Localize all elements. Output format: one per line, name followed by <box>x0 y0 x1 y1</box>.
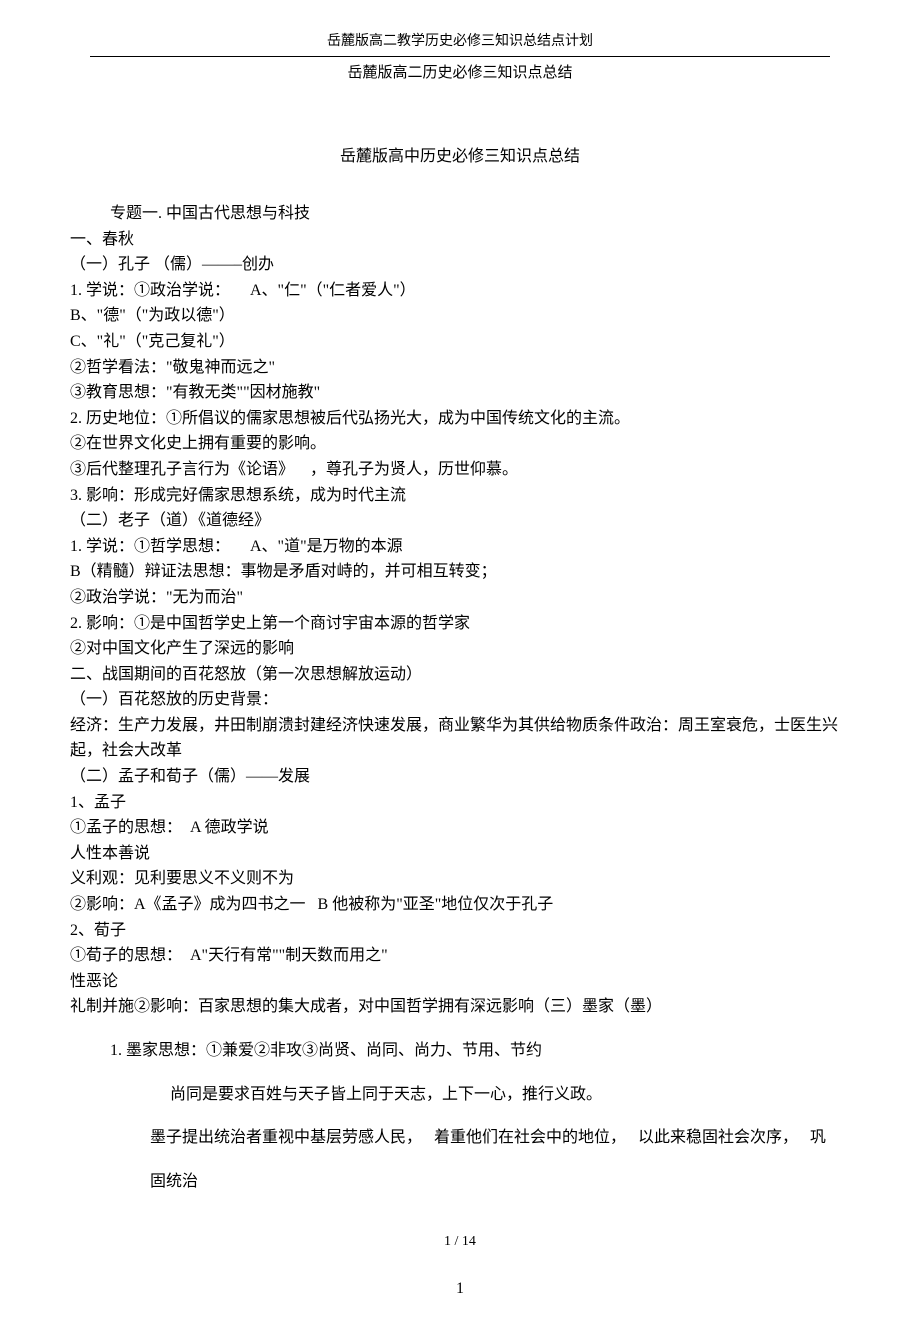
list-line: 尚同是要求百姓与天子皆上同于天志，上下一心，推行义政。 <box>70 1082 850 1108</box>
body-line: （二）孟子和荀子（儒）——发展 <box>70 764 850 790</box>
body-line: 3. 影响：形成完好儒家思想系统，成为时代主流 <box>70 483 850 509</box>
body-line: ②影响：A《孟子》成为四书之一 B 他被称为"亚圣"地位仅次于孔子 <box>70 892 850 918</box>
body-line: 人性本善说 <box>70 841 850 867</box>
page-number: 1 / 14 <box>70 1234 850 1250</box>
body-line: 二、战国期间的百花怒放（第一次思想解放运动） <box>70 662 850 688</box>
main-title: 岳麓版高中历史必修三知识点总结 <box>70 142 850 166</box>
topic-line: 专题一. 中国古代思想与科技 <box>70 201 850 227</box>
body-line: 2、荀子 <box>70 918 850 944</box>
body-line: （一）孔子 （儒）——–创办 <box>70 252 850 278</box>
body-line: ②哲学看法："敬鬼神而远之" <box>70 355 850 381</box>
body-line: 义利观：见利要思义不义则不为 <box>70 866 850 892</box>
list-line: 固统治 <box>70 1169 850 1195</box>
body-line: 1. 学说：①哲学思想： A、"道"是万物的本源 <box>70 534 850 560</box>
body-line: C、"礼"（"克己复礼"） <box>70 329 850 355</box>
body-line: 1. 学说：①政治学说： A、"仁"（"仁者爱人"） <box>70 278 850 304</box>
body-line: ③后代整理孔子言行为《论语》 ，尊孔子为贤人，历世仰慕。 <box>70 457 850 483</box>
body-line: 经济：生产力发展，井田制崩溃封建经济快速发展，商业繁华为其供给物质条件政治：周王… <box>70 713 850 764</box>
body-line: ②对中国文化产生了深远的影响 <box>70 636 850 662</box>
body-line: （二）老子（道）《道德经》 <box>70 508 850 534</box>
body-text: 专题一. 中国古代思想与科技 一、春秋 （一）孔子 （儒）——–创办 1. 学说… <box>70 201 850 1194</box>
body-line: （一）百花怒放的历史背景： <box>70 687 850 713</box>
body-line: 性恶论 <box>70 969 850 995</box>
list-line: 墨子提出统治者重视中基层劳感人民， 着重他们在社会中的地位， 以此来稳固社会次序… <box>70 1125 850 1151</box>
body-line: 2. 影响：①是中国哲学史上第一个商讨宇宙本源的哲学家 <box>70 611 850 637</box>
body-line: ②政治学说："无为而治" <box>70 585 850 611</box>
body-line: ③教育思想："有教无类""因材施教" <box>70 380 850 406</box>
page-header: 岳麓版高二教学历史必修三知识总结点计划 <box>70 30 850 50</box>
body-line: 一、春秋 <box>70 227 850 253</box>
body-line: ①孟子的思想： A 德政学说 <box>70 815 850 841</box>
body-line: 1、孟子 <box>70 790 850 816</box>
body-line: ②在世界文化史上拥有重要的影响。 <box>70 431 850 457</box>
body-line: 2. 历史地位：①所倡议的儒家思想被后代弘扬光大，成为中国传统文化的主流。 <box>70 406 850 432</box>
page-subheader: 岳麓版高二历史必修三知识点总结 <box>70 61 850 82</box>
body-line: 礼制并施②影响：百家思想的集大成者，对中国哲学拥有深远影响（三）墨家（墨） <box>70 994 850 1020</box>
document-page: 岳麓版高二教学历史必修三知识总结点计划 岳麓版高二历史必修三知识点总结 岳麓版高… <box>0 0 920 1318</box>
header-rule <box>90 56 830 57</box>
body-line: B、"德"（"为政以德"） <box>70 303 850 329</box>
footer-number: 1 <box>70 1280 850 1298</box>
list-line: 1. 墨家思想：①兼爱②非攻③尚贤、尚同、尚力、节用、节约 <box>70 1038 850 1064</box>
body-line: B（精髓）辩证法思想：事物是矛盾对峙的，并可相互转变； <box>70 559 850 585</box>
body-line: ①荀子的思想： A"天行有常""制天数而用之" <box>70 943 850 969</box>
